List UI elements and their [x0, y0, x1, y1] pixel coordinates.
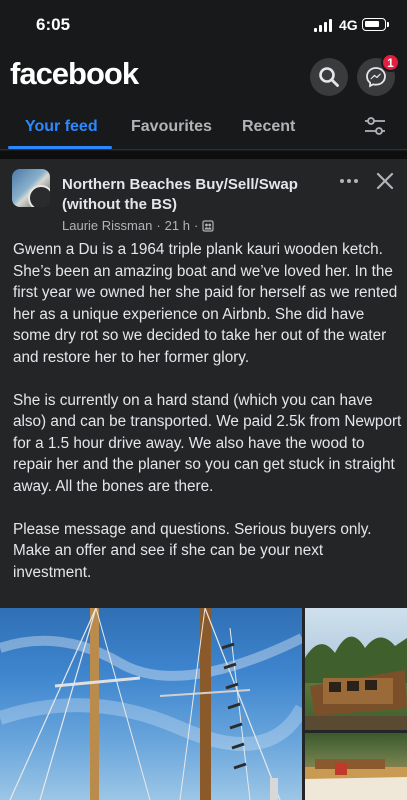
- group-avatar[interactable]: [12, 169, 50, 207]
- feed-post: Northern Beaches Buy/Sell/Swap (without …: [0, 159, 407, 800]
- author-name[interactable]: Laurie Rissman: [62, 218, 152, 233]
- feed-divider: [0, 151, 407, 159]
- post-paragraph: She is currently on a hard stand (which …: [13, 391, 402, 495]
- meta-separator: ·: [156, 218, 161, 233]
- status-time: 6:05: [36, 15, 71, 34]
- tab-recent[interactable]: Recent: [242, 118, 295, 136]
- post-time[interactable]: 21 h: [165, 218, 190, 233]
- feed-tabs: Your feed Favourites Recent: [0, 105, 407, 150]
- network-type: 4G: [339, 17, 358, 33]
- post-meta: Laurie Rissman · 21 h ·: [62, 218, 214, 233]
- boat-mast-photo[interactable]: [0, 608, 302, 800]
- search-icon: [319, 67, 339, 87]
- signal-icon: [314, 19, 334, 32]
- boat-hull-photo[interactable]: [305, 733, 407, 800]
- tab-your-feed[interactable]: Your feed: [25, 118, 98, 136]
- facebook-logo[interactable]: facebook: [10, 56, 139, 92]
- author-avatar[interactable]: [28, 185, 50, 207]
- post-body: Gwenn a Du is a 1964 triple plank kauri …: [13, 239, 403, 605]
- group-name[interactable]: Northern Beaches Buy/Sell/Swap (without …: [62, 175, 332, 215]
- post-paragraph: Please message and questions. Serious bu…: [13, 520, 372, 581]
- battery-icon: [362, 18, 389, 31]
- status-bar: 6:05 4G: [0, 0, 407, 50]
- meta-separator: ·: [193, 218, 199, 233]
- active-tab-indicator: [8, 146, 112, 149]
- post-photos: [0, 608, 407, 800]
- members-icon: [202, 219, 214, 232]
- boat-cabin-photo[interactable]: [305, 608, 407, 730]
- messenger-button[interactable]: 1: [357, 53, 400, 96]
- battery-level: [365, 21, 379, 27]
- post-paragraph: Gwenn a Du is a 1964 triple plank kauri …: [13, 241, 398, 366]
- close-icon[interactable]: [373, 169, 397, 193]
- tab-favourites[interactable]: Favourites: [131, 118, 212, 136]
- filter-icon[interactable]: [363, 116, 387, 138]
- app-header: facebook 1: [0, 50, 407, 105]
- more-icon[interactable]: [337, 171, 361, 191]
- notification-badge: 1: [381, 53, 400, 72]
- search-button[interactable]: [310, 58, 348, 96]
